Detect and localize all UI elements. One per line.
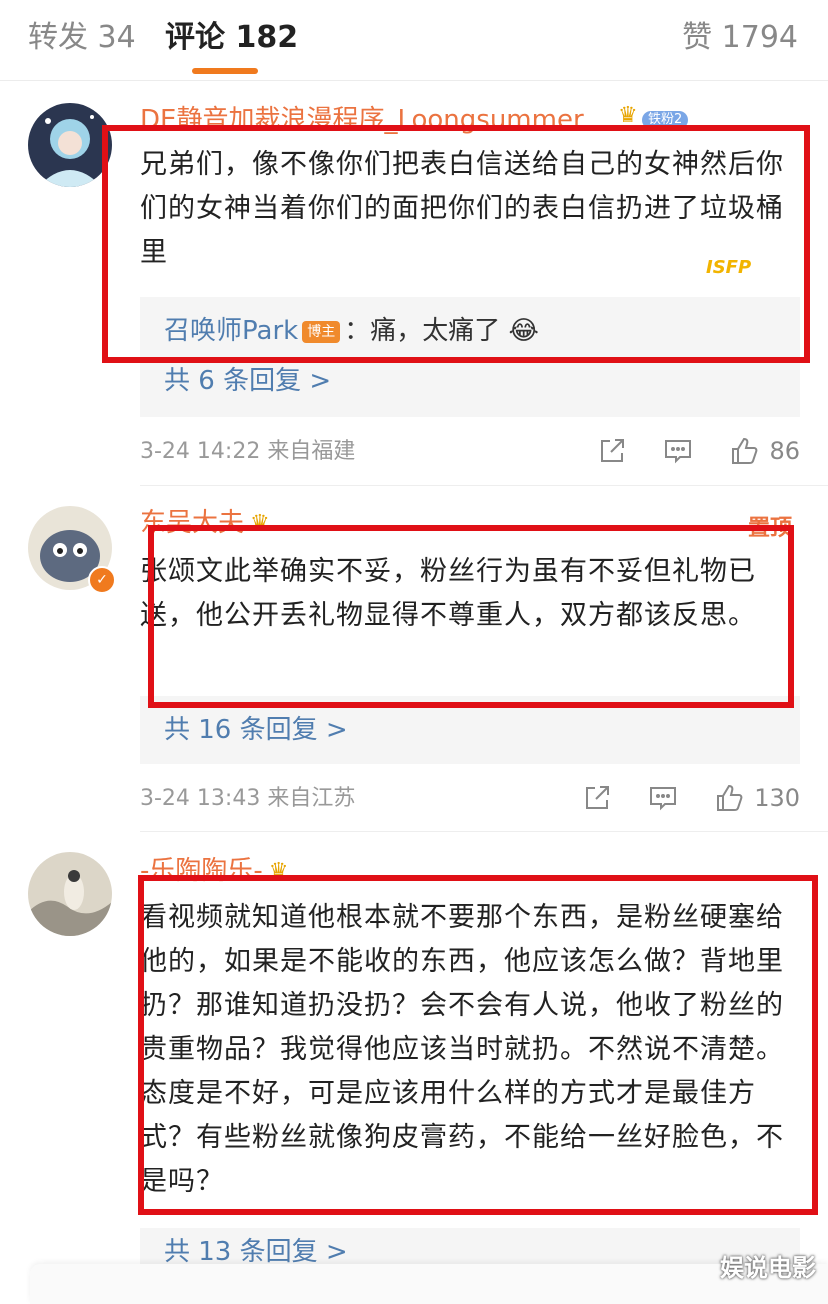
crown-icon: ♛ [268,858,289,884]
comment-text: 张颂文此举确实不妥，粉丝行为虽有不妥但礼物已送，他公开丢礼物显得不尊重人，双方都… [140,556,756,631]
reply-preview[interactable]: 共 16 条回复 > [140,696,800,764]
tab-comments[interactable]: 评论 182 [165,18,298,58]
reply-preview[interactable]: 召唤师Park 博主 ：痛，太痛了 😂 共 6 条回复 > [140,297,800,417]
tab-repost[interactable]: 转发 34 [28,18,136,58]
username-text[interactable]: -乐陶陶乐- [140,856,263,886]
comment-meta: 3-24 14:22 来自福建 [140,439,356,464]
like-icon[interactable] [729,436,759,466]
comment-actions: 130 [546,780,800,816]
watermark: 娱说电影 [720,1254,816,1282]
comment-text: 兄弟们，像不像你们把表白信送给自己的女神然后你们的女神当着你们的面把你们的表白信… [140,149,784,268]
comment-username[interactable]: 东吴大夫 ♛ [140,506,270,541]
fan-badge: 铁粉2 [642,111,689,129]
comment-item: -乐陶陶乐- ♛ 看视频就知道他根本就不要那个东西，是粉丝硬塞给他的，如果是不能收… [0,832,828,1296]
crown-icon: ♛ [618,103,638,128]
sticker-text: ISFP [706,257,752,278]
active-tab-indicator [192,68,258,74]
username-text[interactable]: 东吴大夫 [140,508,244,538]
avatar[interactable] [28,852,112,936]
comment-actions: 86 [561,433,800,469]
bottom-input-bar[interactable] [30,1264,828,1304]
crown-icon: ♛ [250,510,270,536]
like-icon[interactable] [714,783,744,813]
comment-username[interactable]: DE静音加裁浪漫程序_Loongsummer [140,103,700,137]
like-count: 86 [769,437,800,465]
comment-icon[interactable] [663,436,693,466]
share-icon[interactable] [597,436,627,466]
comment-text: 看视频就知道他根本就不要那个东西，是粉丝硬塞给他的，如果是不能收的东西，他应该怎… [140,902,784,1197]
comment-item: ✓ 东吴大夫 ♛ 置顶 张颂文此举确实不妥，粉丝行为虽有不妥但礼物已送，他公开丢礼… [0,486,828,832]
share-icon[interactable] [582,783,612,813]
reply-username[interactable]: 召唤师Park [164,316,298,346]
username-text[interactable]: DE静音加裁浪漫程序_Loongsummer [140,105,584,135]
like-count: 130 [754,784,800,812]
comment-meta: 3-24 13:43 来自江苏 [140,786,356,811]
blogger-tag: 博主 [302,320,341,343]
more-replies-link[interactable]: 共 16 条回复 > [164,712,348,748]
comment-item: DE静音加裁浪漫程序_Loongsummer ♛ 铁粉2 兄弟们，像不像你们把表… [0,81,828,486]
reply-text: ：痛，太痛了 😂 [344,316,539,346]
comment-username[interactable]: -乐陶陶乐- ♛ [140,854,289,889]
reply-line: 召唤师Park 博主 ：痛，太痛了 😂 [164,313,539,349]
tab-likes[interactable]: 赞 1794 [682,18,798,58]
comment-icon[interactable] [648,783,678,813]
pinned-label: 置顶 [747,516,792,541]
comment-tab-bar: 转发 34 评论 182 赞 1794 [0,0,828,81]
more-replies-link[interactable]: 共 6 条回复 > [164,363,331,399]
verified-icon: ✓ [88,566,116,594]
sticker-decoration: ISFP [706,257,751,278]
avatar[interactable] [28,103,112,187]
